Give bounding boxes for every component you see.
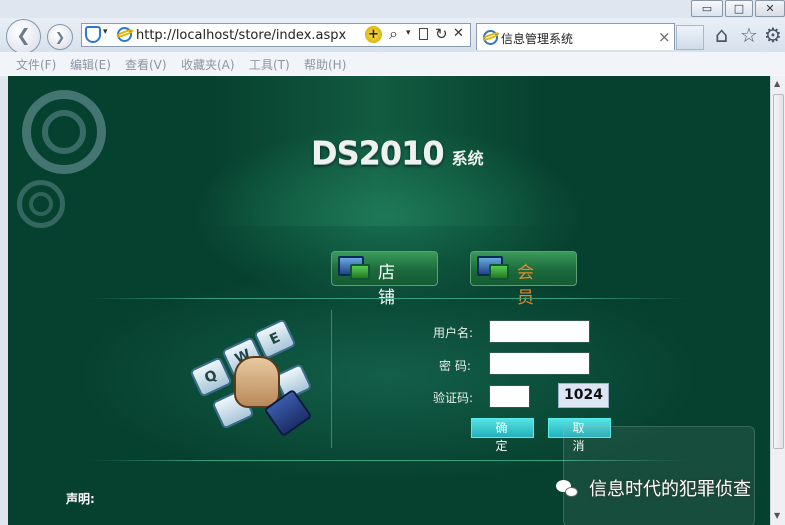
- computer-icon-secondary: [489, 264, 509, 280]
- logo-main-text: DS2010: [311, 134, 445, 172]
- scroll-up-arrow-icon[interactable]: ▲: [774, 79, 780, 88]
- menu-favorites[interactable]: 收藏夹(A): [181, 56, 235, 73]
- hand-icon: [234, 356, 280, 408]
- address-url[interactable]: http://localhost/store/index.aspx: [136, 28, 346, 43]
- menu-edit[interactable]: 编辑(E): [70, 56, 111, 73]
- search-dropdown-icon[interactable]: ▾: [406, 28, 411, 38]
- password-input[interactable]: [489, 352, 590, 375]
- store-module-button[interactable]: 店 铺: [331, 251, 438, 308]
- settings-gear-icon[interactable]: ⚙: [764, 23, 782, 47]
- refresh-icon[interactable]: ↻: [435, 25, 448, 43]
- confirm-button[interactable]: 确 定: [471, 418, 534, 453]
- login-page: DS2010 系统 店 铺 会 员 Q W E 用户名: 密 码: 验证码: 10…: [8, 76, 770, 525]
- search-icon[interactable]: ⌕: [389, 24, 398, 44]
- forward-button[interactable]: ❯: [47, 24, 73, 50]
- watermark-text: 信息时代的犯罪侦查: [589, 479, 751, 500]
- computer-icon-secondary: [350, 264, 370, 280]
- system-logo: DS2010 系统: [311, 134, 484, 172]
- member-module-label: 会 员: [517, 263, 542, 308]
- maximize-button[interactable]: □: [725, 0, 753, 17]
- scrollbar-thumb[interactable]: [773, 94, 784, 449]
- login-panel-top-divider: [88, 298, 688, 299]
- decorative-ring-small-inner: [29, 192, 53, 216]
- menu-view[interactable]: 查看(V): [125, 56, 167, 73]
- shield-dropdown-icon[interactable]: ▾: [103, 27, 108, 37]
- tab-title: 信息管理系统: [501, 32, 574, 46]
- new-tab-button[interactable]: [676, 25, 704, 50]
- compatibility-plus-icon[interactable]: +: [365, 26, 382, 43]
- username-input[interactable]: [489, 320, 590, 343]
- home-icon[interactable]: ⌂: [715, 23, 728, 47]
- scroll-down-arrow-icon[interactable]: ▼: [774, 511, 780, 520]
- tab-info-management[interactable]: 信息管理系统 ×: [476, 23, 675, 50]
- logo-sub-text: 系统: [451, 149, 484, 168]
- captcha-label: 验证码:: [433, 391, 474, 405]
- store-module-label: 店 铺: [378, 263, 403, 308]
- declaration-heading: 声明:: [66, 492, 95, 506]
- wechat-icon-secondary: [565, 487, 578, 497]
- ie-tab-icon: [483, 30, 498, 45]
- back-button[interactable]: ❮: [6, 19, 41, 54]
- address-bar[interactable]: ▾ http://localhost/store/index.aspx + ⌕ …: [81, 23, 471, 47]
- username-label: 用户名:: [433, 326, 474, 340]
- captcha-image[interactable]: 1024: [558, 383, 609, 408]
- tab-close-icon[interactable]: ×: [658, 28, 671, 46]
- ie-page-icon: [117, 27, 132, 42]
- login-panel-vertical-divider: [331, 310, 332, 448]
- minimize-button[interactable]: ▭: [691, 0, 723, 17]
- keyboard-hand-illustration: Q W E: [186, 318, 316, 446]
- captcha-input[interactable]: [489, 385, 530, 408]
- security-shield-icon[interactable]: [85, 26, 101, 43]
- menu-bar: 文件(F) 编辑(E) 查看(V) 收藏夹(A) 工具(T) 帮助(H): [0, 52, 785, 75]
- favorites-star-icon[interactable]: ☆: [740, 23, 758, 47]
- password-label: 密 码:: [439, 359, 471, 373]
- close-window-button[interactable]: ✕: [755, 0, 785, 17]
- menu-help[interactable]: 帮助(H): [304, 56, 346, 73]
- member-module-button[interactable]: 会 员: [470, 251, 577, 308]
- decorative-ring-large-inner: [42, 110, 86, 154]
- menu-tools[interactable]: 工具(T): [249, 56, 290, 73]
- vertical-scrollbar[interactable]: ▲ ▼: [770, 76, 785, 525]
- stop-icon[interactable]: ✕: [453, 26, 464, 41]
- menu-file[interactable]: 文件(F): [16, 56, 56, 73]
- compat-view-icon[interactable]: [419, 28, 428, 40]
